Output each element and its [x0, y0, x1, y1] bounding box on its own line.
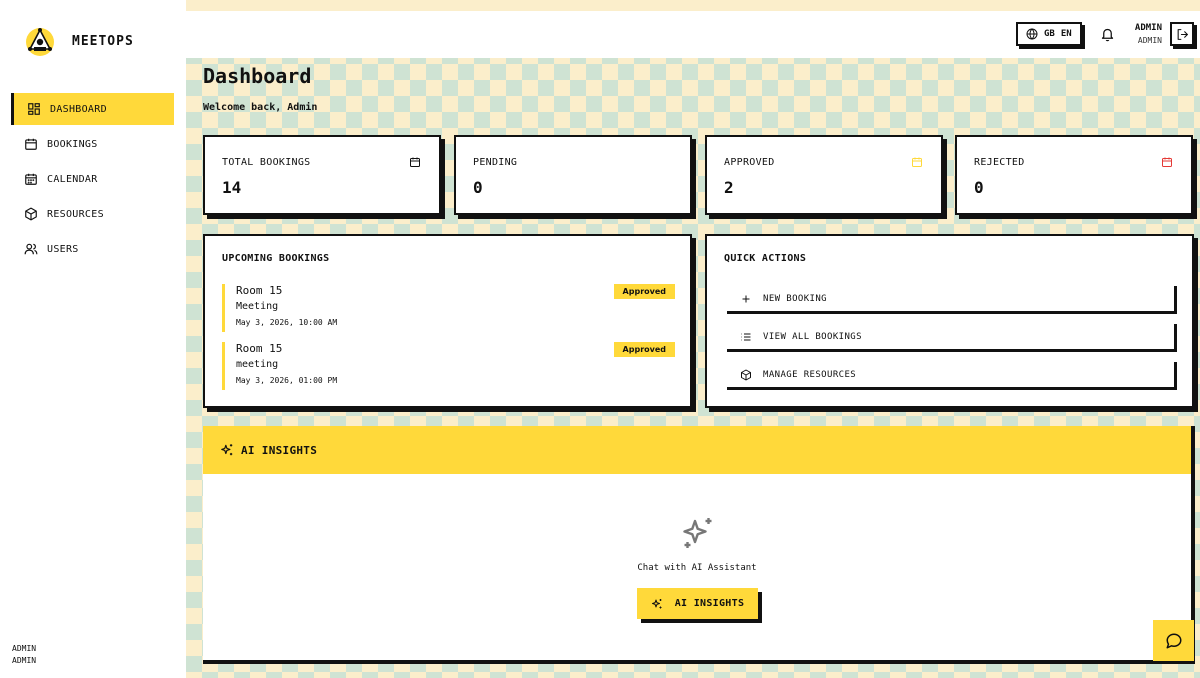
- brand[interactable]: MEETOPS: [24, 25, 134, 57]
- ai-insights-panel: AI INSIGHTS Chat with AI Assistant AI IN…: [203, 426, 1195, 664]
- chat-button[interactable]: [1153, 620, 1194, 661]
- top-strip: [186, 0, 1200, 11]
- calendar-icon: [410, 157, 420, 167]
- booking-purpose: Meeting: [236, 301, 279, 312]
- sidebar-user-name: ADMIN: [12, 644, 37, 653]
- quick-action-label: VIEW ALL BOOKINGS: [763, 331, 862, 342]
- logo-icon: [26, 28, 54, 56]
- sidebar-item-users[interactable]: USERS: [11, 233, 174, 265]
- globe-icon: [1026, 28, 1038, 40]
- sidebar-item-label: USERS: [47, 243, 79, 255]
- stat-card-pending: PENDING 0: [454, 135, 692, 215]
- list-icon: [741, 333, 751, 340]
- status-badge: Approved: [613, 284, 675, 299]
- main-area: GB EN ADMIN ADMIN Dashboard Welcome back…: [186, 0, 1200, 678]
- booking-time: May 3, 2026, 10:00 AM: [236, 318, 338, 327]
- calendar-icon: [912, 157, 922, 167]
- sidebar-item-calendar[interactable]: CALENDAR: [11, 163, 174, 195]
- top-header: GB EN ADMIN ADMIN: [186, 11, 1200, 58]
- ai-insights-header: AI INSIGHTS: [203, 426, 1191, 474]
- sidebar-user-role: ADMIN: [12, 656, 37, 665]
- booking-time: May 3, 2026, 01:00 PM: [236, 376, 338, 385]
- manage-resources-button[interactable]: MANAGE RESOURCES: [727, 362, 1177, 390]
- stat-label: TOTAL BOOKINGS: [222, 157, 311, 168]
- stat-card-total: TOTAL BOOKINGS 14: [203, 135, 441, 215]
- stat-label: REJECTED: [974, 157, 1025, 168]
- status-badge: Approved: [613, 342, 675, 357]
- stat-value: 0: [473, 178, 483, 197]
- sidebar-item-resources[interactable]: RESOURCES: [11, 198, 174, 230]
- app-name: MEETOPS: [72, 33, 134, 49]
- stat-label: PENDING: [473, 157, 518, 168]
- booking-purpose: meeting: [236, 359, 279, 370]
- sidebar-item-label: CALENDAR: [47, 173, 98, 185]
- booking-item[interactable]: Room 15 Meeting May 3, 2026, 10:00 AM Ap…: [222, 284, 675, 332]
- stat-value: 0: [974, 178, 984, 197]
- sparkles-icon: [651, 598, 662, 608]
- stat-value: 14: [222, 178, 242, 197]
- box-icon: [741, 369, 751, 380]
- page-title: Dashboard: [203, 64, 312, 88]
- language-code: EN: [1060, 29, 1072, 39]
- sidebar-nav: DASHBOARD BOOKINGS CALENDAR RESOURCES US…: [11, 93, 174, 268]
- ai-caption: Chat with AI Assistant: [637, 563, 757, 573]
- quick-actions-panel: QUICK ACTIONS NEW BOOKING VIEW ALL BOOKI…: [705, 234, 1194, 408]
- calendar-icon: [25, 138, 37, 150]
- calendar-icon: [1162, 157, 1172, 167]
- stat-card-rejected: REJECTED 0: [955, 135, 1193, 215]
- quick-action-label: MANAGE RESOURCES: [763, 369, 857, 380]
- sidebar-item-label: RESOURCES: [47, 208, 104, 220]
- plus-icon: [742, 295, 750, 302]
- calendar-grid-icon: [25, 173, 37, 185]
- sidebar-item-label: BOOKINGS: [47, 138, 98, 150]
- sparkles-icon: [683, 518, 712, 548]
- stat-label: APPROVED: [724, 157, 775, 168]
- users-icon: [24, 243, 38, 255]
- ai-insights-title: AI INSIGHTS: [241, 443, 318, 457]
- sidebar-user: ADMIN ADMIN: [12, 643, 36, 667]
- page-subtitle: Welcome back, Admin: [203, 102, 318, 113]
- language-flag: GB: [1044, 29, 1055, 39]
- dashboard-icon: [28, 103, 40, 115]
- box-icon: [25, 207, 37, 221]
- sidebar-item-bookings[interactable]: BOOKINGS: [11, 128, 174, 160]
- upcoming-bookings-title: UPCOMING BOOKINGS: [222, 253, 330, 264]
- bell-icon[interactable]: [1100, 27, 1115, 42]
- ai-insights-button[interactable]: AI INSIGHTS: [637, 588, 758, 619]
- sidebar-item-label: DASHBOARD: [50, 103, 107, 115]
- language-switcher[interactable]: GB EN: [1016, 22, 1082, 46]
- stat-value: 2: [724, 178, 734, 197]
- view-all-bookings-button[interactable]: VIEW ALL BOOKINGS: [727, 324, 1177, 352]
- stat-card-approved: APPROVED 2: [705, 135, 943, 215]
- upcoming-bookings-panel: UPCOMING BOOKINGS Room 15 Meeting May 3,…: [203, 234, 692, 408]
- booking-item[interactable]: Room 15 meeting May 3, 2026, 01:00 PM Ap…: [222, 342, 675, 390]
- header-user: ADMIN ADMIN: [1132, 23, 1162, 45]
- logout-icon: [1177, 28, 1188, 40]
- logout-button[interactable]: [1170, 22, 1194, 46]
- new-booking-button[interactable]: NEW BOOKING: [727, 286, 1177, 314]
- booking-room: Room 15: [236, 342, 283, 355]
- quick-action-label: NEW BOOKING: [763, 293, 828, 304]
- booking-room: Room 15: [236, 284, 283, 297]
- sidebar: MEETOPS DASHBOARD BOOKINGS CALENDAR RESO…: [0, 0, 186, 678]
- ai-insights-button-label: AI INSIGHTS: [674, 598, 745, 609]
- sparkles-icon: [221, 444, 233, 456]
- chat-bubble-icon: [1166, 633, 1181, 648]
- header-user-role: ADMIN: [1137, 36, 1162, 45]
- header-user-name: ADMIN: [1134, 23, 1162, 33]
- quick-actions-title: QUICK ACTIONS: [724, 253, 807, 264]
- sidebar-item-dashboard[interactable]: DASHBOARD: [11, 93, 174, 125]
